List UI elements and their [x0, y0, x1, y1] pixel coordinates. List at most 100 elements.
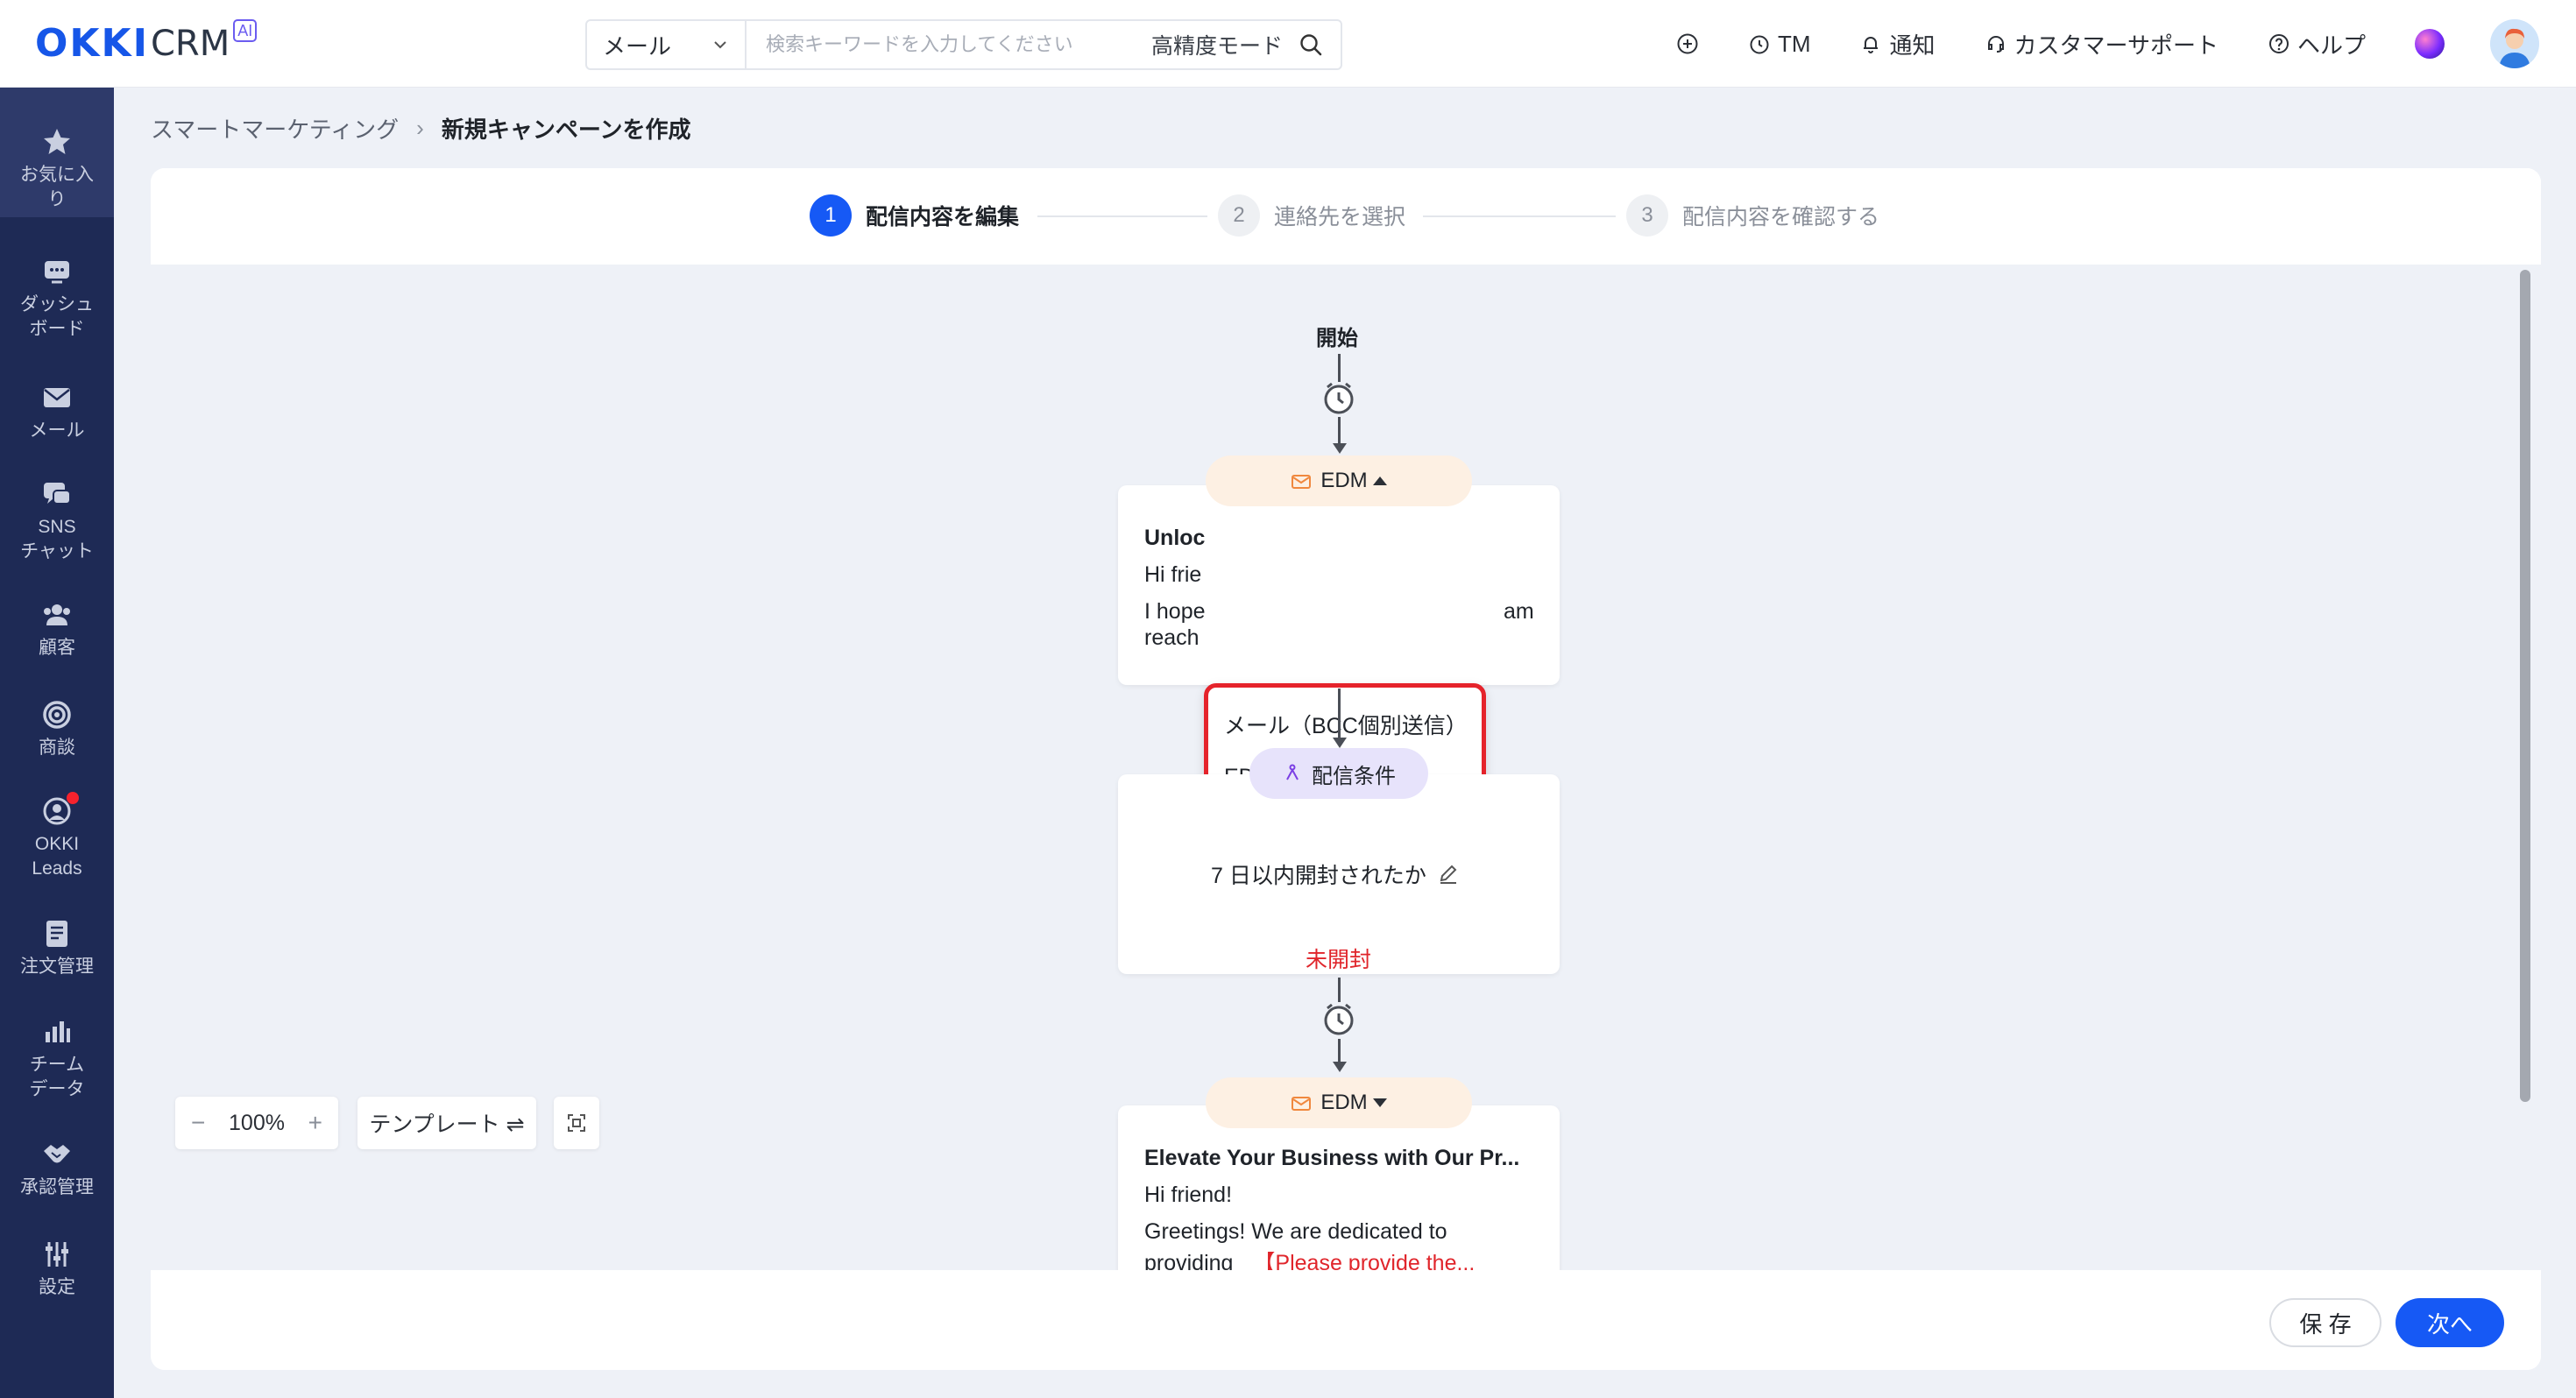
step-1[interactable]: 1 配信内容を編集 — [810, 194, 1019, 237]
dropdown-option-bcc-mail[interactable]: メール（BCC個別送信） — [1224, 709, 1468, 740]
global-search: メール 高精度モード — [585, 19, 1342, 70]
bar-chart-icon — [46, 1021, 70, 1042]
step-3-number: 3 — [1626, 194, 1668, 237]
search-type-select[interactable]: メール — [587, 21, 747, 68]
sidebar-item-okki-leads[interactable]: OKKI Leads — [0, 792, 114, 881]
canvas-scrollbar[interactable] — [2520, 270, 2530, 1102]
sidebar-label-sns-chat: SNS チャット — [20, 517, 94, 561]
users-icon — [44, 604, 70, 625]
step-3[interactable]: 3 配信内容を確認する — [1626, 194, 1879, 237]
flow-connector — [1338, 417, 1341, 443]
logo-okki: OKKI — [35, 21, 149, 66]
campaign-editor-panel: 1 配信内容を編集 2 連絡先を選択 3 配信内容を確認する 開始 Unloc … — [151, 168, 2541, 1370]
flow-canvas[interactable]: 開始 Unloc Hi frie I hope am reach EDM メール… — [151, 265, 2541, 1270]
condition-pill-label: 配信条件 — [1312, 764, 1396, 788]
envelope-icon — [1292, 475, 1312, 489]
email-node-1-greeting: Hi frie — [1144, 562, 1202, 587]
template-switch-button[interactable]: テンプレート ⇌ — [357, 1097, 536, 1149]
edm-pill-2-label: EDM — [1320, 1091, 1368, 1114]
mail-icon — [44, 388, 70, 407]
zoom-control: − 100% + — [175, 1097, 338, 1149]
envelope-icon — [1292, 1097, 1312, 1111]
email-node-card-1[interactable]: Unloc Hi frie I hope am reach — [1118, 485, 1560, 685]
search-icon[interactable] — [1299, 32, 1323, 57]
sidebar-label-team-data: チーム データ — [29, 1055, 85, 1099]
flow-connector — [1338, 1039, 1341, 1063]
step-3-label: 配信内容を確認する — [1682, 205, 1880, 229]
customer-support-button[interactable]: カスタマーサポート — [1985, 28, 2219, 60]
chat-icon — [44, 483, 71, 505]
flow-connector — [1338, 354, 1341, 382]
help-label: ヘルプ — [2296, 32, 2366, 59]
template-switch-label: テンプレート ⇌ — [369, 1112, 525, 1137]
email-node-2-body-text: providing — [1144, 1251, 1234, 1270]
sidebar-item-mail[interactable]: メール — [0, 382, 114, 443]
user-avatar[interactable] — [2490, 19, 2539, 68]
edm-type-pill-2[interactable]: EDM — [1206, 1077, 1472, 1128]
condition-node-card[interactable]: 7 日以内開封されたか 未開封 — [1118, 774, 1560, 974]
sliders-icon — [46, 1242, 68, 1267]
step-indicator: 1 配信内容を編集 2 連絡先を選択 3 配信内容を確認する — [151, 168, 2541, 265]
save-button[interactable]: 保 存 — [2269, 1298, 2381, 1347]
step-connector — [1423, 215, 1616, 217]
clock-icon — [1750, 35, 1769, 54]
notification-button[interactable]: 通知 — [1859, 28, 1936, 60]
branch-icon — [1286, 764, 1299, 780]
condition-branch-unopened[interactable]: 未開封 — [1306, 943, 1371, 974]
sidebar-label-dashboard: ダッシュ ボード — [20, 294, 94, 339]
dashboard-icon — [45, 261, 69, 284]
flow-arrow — [1333, 738, 1347, 748]
caret-down-icon — [1372, 1098, 1387, 1107]
zoom-in-button[interactable]: + — [308, 1109, 322, 1137]
flow-start-label: 開始 — [1316, 327, 1358, 350]
sidebar-item-deals[interactable]: 商談 — [0, 699, 114, 760]
email-node-1-body-start: I hope — [1144, 599, 1206, 624]
precision-mode-toggle[interactable]: 高精度モード — [1151, 29, 1283, 60]
help-button[interactable]: ヘルプ — [2268, 28, 2366, 60]
sidebar-item-orders[interactable]: 注文管理 — [0, 918, 114, 979]
step-1-number: 1 — [810, 194, 852, 237]
logo-crm: CRM — [150, 24, 230, 64]
edit-pencil-icon[interactable] — [1437, 863, 1460, 886]
tm-label: TM — [1777, 30, 1811, 57]
delay-clock-icon[interactable] — [1320, 379, 1357, 416]
edm-type-pill-1[interactable]: EDM — [1206, 455, 1472, 506]
tm-button[interactable]: TM — [1748, 30, 1811, 58]
fit-view-button[interactable] — [554, 1097, 599, 1149]
condition-pill[interactable]: 配信条件 — [1249, 748, 1428, 799]
email-node-2-placeholder: 【Please provide the... — [1253, 1251, 1476, 1270]
sidebar-label-mail: メール — [29, 420, 85, 441]
add-button[interactable] — [1676, 32, 1699, 55]
email-node-1-body-end: am — [1504, 599, 1534, 624]
sidebar-item-team-data[interactable]: チーム データ — [0, 1016, 114, 1102]
flow-connector — [1338, 978, 1341, 1002]
breadcrumb-separator: › — [416, 115, 424, 141]
sidebar-label-deals: 商談 — [39, 738, 75, 758]
breadcrumb: スマートマーケティング › 新規キャンペーンを作成 — [151, 112, 691, 145]
sidebar-item-settings[interactable]: 設定 — [0, 1239, 114, 1300]
step-2[interactable]: 2 連絡先を選択 — [1218, 194, 1405, 237]
zoom-out-button[interactable]: − — [191, 1109, 205, 1137]
flow-arrow — [1333, 1062, 1347, 1072]
delay-clock-icon[interactable] — [1320, 1000, 1357, 1037]
logo-ai-badge: AI — [233, 19, 258, 42]
search-type-value: メール — [603, 32, 672, 60]
sidebar-item-favorites[interactable]: お気に入 り — [0, 88, 114, 217]
email-node-2-title: Elevate Your Business with Our Pr... — [1144, 1146, 1520, 1170]
notification-label: 通知 — [1889, 32, 1936, 59]
breadcrumb-parent[interactable]: スマートマーケティング — [151, 112, 399, 145]
sidebar-item-dashboard[interactable]: ダッシュ ボード — [0, 256, 114, 342]
sidebar-item-sns-chat[interactable]: SNS チャット — [0, 478, 114, 564]
email-node-card-2[interactable]: Elevate Your Business with Our Pr... Hi … — [1118, 1105, 1560, 1270]
sidebar-label-favorites: お気に入 り — [20, 165, 94, 209]
search-input[interactable] — [747, 21, 1151, 68]
okki-crm-logo[interactable]: OKKI CRM AI — [35, 16, 258, 72]
next-button[interactable]: 次へ — [2396, 1298, 2504, 1347]
breadcrumb-current: 新規キャンペーンを作成 — [441, 116, 691, 143]
user-avatar-icon — [2490, 19, 2539, 68]
fit-screen-icon — [568, 1114, 585, 1132]
sidebar-item-approvals[interactable]: 承認管理 — [0, 1139, 114, 1200]
zoom-level: 100% — [229, 1110, 285, 1135]
ai-assistant-orb-icon[interactable] — [2415, 29, 2445, 59]
sidebar-item-customers[interactable]: 顧客 — [0, 599, 114, 660]
